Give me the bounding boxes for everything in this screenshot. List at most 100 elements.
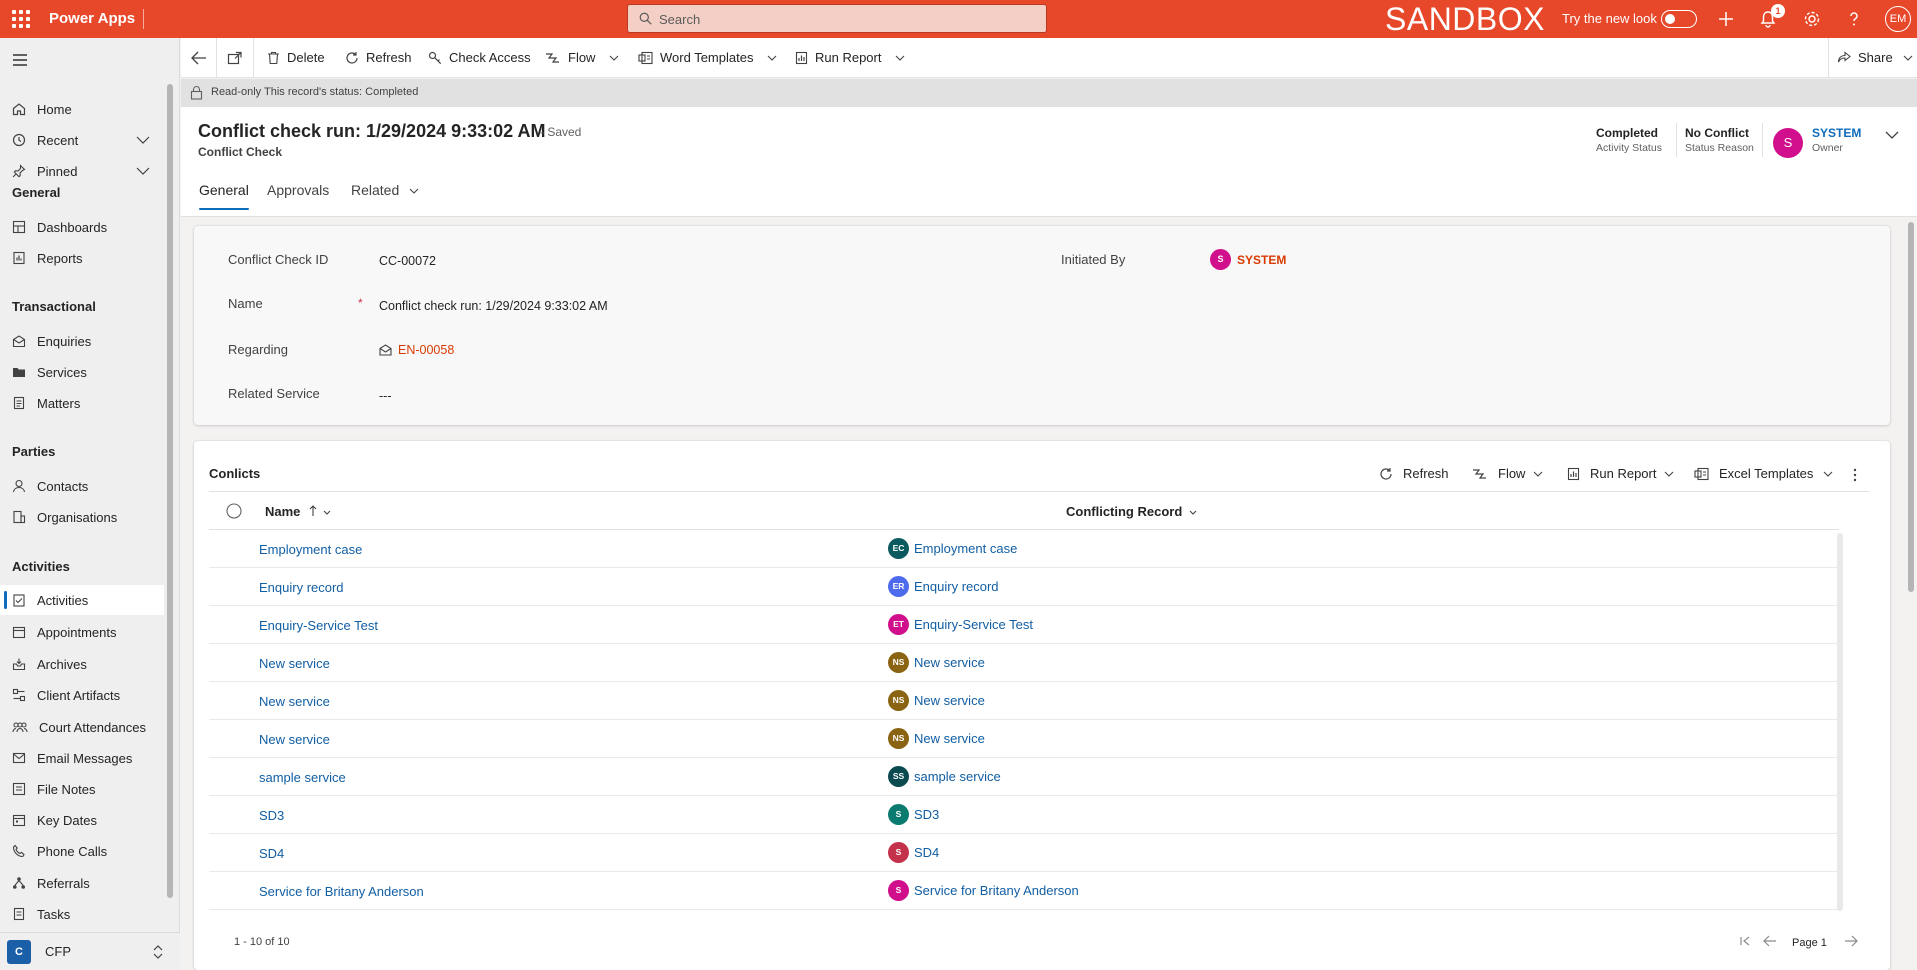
table-row[interactable]: Employment case EC Employment case: [209, 530, 1839, 568]
table-row[interactable]: SD3 S SD3: [209, 796, 1839, 834]
row-conflicting-record[interactable]: EC Employment case: [888, 538, 1017, 559]
record-link[interactable]: New service: [914, 655, 985, 670]
table-row[interactable]: Enquiry-Service Test ET Enquiry-Service T…: [209, 606, 1839, 644]
first-page-icon[interactable]: [1739, 935, 1751, 947]
row-conflicting-record[interactable]: ER Enquiry record: [888, 576, 999, 597]
row-conflicting-record[interactable]: NS New service: [888, 690, 985, 711]
sidebar-scrollbar[interactable]: [167, 84, 173, 898]
sidebar-item-enquiries[interactable]: Enquiries: [0, 326, 164, 356]
record-link[interactable]: Employment case: [914, 541, 1017, 556]
help-icon[interactable]: [1846, 10, 1862, 28]
app-launcher-icon[interactable]: [12, 10, 30, 28]
sidebar-item-contacts[interactable]: Contacts: [0, 471, 164, 501]
new-look-toggle[interactable]: [1661, 10, 1697, 28]
sidebar-item-appointments[interactable]: Appointments: [0, 617, 164, 647]
row-conflicting-record[interactable]: S SD3: [888, 804, 939, 825]
sidebar-item-email-messages[interactable]: Email Messages: [0, 743, 164, 773]
flow-button[interactable]: Flow: [545, 50, 626, 65]
column-header-conflicting-record[interactable]: Conflicting Record: [1066, 504, 1197, 519]
initiated-by-field[interactable]: S SYSTEM: [1210, 249, 1286, 270]
record-link[interactable]: sample service: [914, 769, 1001, 784]
app-name[interactable]: Power Apps: [49, 10, 135, 27]
subgrid-run-report-button[interactable]: Run Report: [1567, 466, 1684, 481]
delete-button[interactable]: Delete: [267, 50, 325, 65]
hamburger-icon[interactable]: [12, 53, 28, 67]
column-header-name[interactable]: Name: [265, 504, 331, 519]
record-link[interactable]: New service: [914, 693, 985, 708]
record-link[interactable]: SD3: [914, 807, 939, 822]
row-conflicting-record[interactable]: NS New service: [888, 728, 985, 749]
chevron-down-icon[interactable]: [1885, 131, 1899, 139]
tab-related[interactable]: Related: [351, 182, 419, 198]
subgrid-flow-button[interactable]: Flow: [1472, 466, 1553, 481]
sidebar-item-reports[interactable]: Reports: [0, 243, 164, 273]
sidebar-item-file-notes[interactable]: File Notes: [0, 774, 164, 804]
table-row[interactable]: sample service SS sample service: [209, 758, 1839, 796]
sidebar-item-key-dates[interactable]: Key Dates: [0, 805, 164, 835]
select-all-checkbox[interactable]: [226, 503, 242, 519]
table-row[interactable]: Enquiry record ER Enquiry record: [209, 568, 1839, 606]
sidebar-item-organisations[interactable]: Organisations: [0, 502, 164, 532]
run-report-button[interactable]: Run Report: [795, 50, 912, 65]
page-scrollbar[interactable]: [1908, 222, 1914, 592]
record-link[interactable]: SD4: [914, 845, 939, 860]
sidebar-item-tasks[interactable]: Tasks: [0, 899, 164, 929]
row-conflicting-record[interactable]: SS sample service: [888, 766, 1001, 787]
share-button[interactable]: Share: [1837, 50, 1917, 65]
user-avatar[interactable]: EM: [1885, 6, 1911, 32]
plus-icon[interactable]: [1717, 10, 1735, 28]
record-link[interactable]: Enquiry-Service Test: [914, 617, 1033, 632]
table-row[interactable]: New service NS New service: [209, 720, 1839, 758]
tab-general[interactable]: General: [199, 182, 249, 198]
row-name-link[interactable]: Enquiry record: [259, 580, 344, 595]
row-name-link[interactable]: SD4: [259, 846, 284, 861]
check-access-button[interactable]: Check Access: [428, 50, 531, 65]
row-name-link[interactable]: SD3: [259, 808, 284, 823]
next-page-icon[interactable]: [1844, 935, 1858, 947]
sidebar-item-pinned[interactable]: Pinned: [0, 156, 164, 186]
sidebar-item-home[interactable]: Home: [0, 94, 164, 124]
record-link[interactable]: Enquiry record: [914, 579, 999, 594]
sidebar-item-referrals[interactable]: Referrals: [0, 868, 164, 898]
regarding-link[interactable]: EN-00058: [398, 343, 454, 357]
table-row[interactable]: New service NS New service: [209, 644, 1839, 682]
subgrid-excel-templates-button[interactable]: Excel Templates: [1694, 466, 1843, 481]
area-switcher[interactable]: C CFP: [0, 932, 180, 970]
sidebar-item-dashboards[interactable]: Dashboards: [0, 212, 164, 242]
row-name-link[interactable]: New service: [259, 694, 330, 709]
row-conflicting-record[interactable]: S SD4: [888, 842, 939, 863]
row-name-link[interactable]: New service: [259, 656, 330, 671]
refresh-button[interactable]: Refresh: [345, 50, 412, 65]
row-name-link[interactable]: New service: [259, 732, 330, 747]
row-conflicting-record[interactable]: NS New service: [888, 652, 985, 673]
row-name-link[interactable]: sample service: [259, 770, 346, 785]
owner-link[interactable]: SYSTEM: [1812, 126, 1861, 140]
record-link[interactable]: New service: [914, 731, 985, 746]
sidebar-item-phone-calls[interactable]: Phone Calls: [0, 836, 164, 866]
search-input[interactable]: Search: [627, 4, 1047, 33]
sidebar-item-client-artifacts[interactable]: Client Artifacts: [0, 680, 164, 710]
back-arrow-icon[interactable]: [191, 51, 207, 65]
row-name-link[interactable]: Service for Britany Anderson: [259, 884, 424, 899]
sidebar-item-matters[interactable]: Matters: [0, 388, 164, 418]
previous-page-icon[interactable]: [1763, 935, 1777, 947]
row-conflicting-record[interactable]: S Service for Britany Anderson: [888, 880, 1079, 901]
sidebar-item-court-attendances[interactable]: Court Attendances: [0, 712, 164, 742]
more-options-icon[interactable]: [1853, 468, 1857, 482]
word-templates-button[interactable]: Word Templates: [638, 50, 784, 65]
gear-icon[interactable]: [1803, 10, 1821, 28]
row-conflicting-record[interactable]: ET Enquiry-Service Test: [888, 614, 1033, 635]
sidebar-item-archives[interactable]: Archives: [0, 649, 164, 679]
table-row[interactable]: SD4 S SD4: [209, 834, 1839, 872]
row-name-link[interactable]: Employment case: [259, 542, 362, 557]
sidebar-item-services[interactable]: Services: [0, 357, 164, 387]
chevron-down-icon[interactable]: [136, 136, 150, 144]
table-row[interactable]: Service for Britany Anderson S Service fo…: [209, 872, 1839, 910]
open-new-window-icon[interactable]: [227, 51, 243, 65]
subgrid-refresh-button[interactable]: Refresh: [1379, 466, 1449, 481]
tab-approvals[interactable]: Approvals: [267, 182, 329, 198]
subgrid-scrollbar[interactable]: [1837, 533, 1843, 911]
sidebar-item-recent[interactable]: Recent: [0, 125, 164, 155]
record-link[interactable]: Service for Britany Anderson: [914, 883, 1079, 898]
table-row[interactable]: New service NS New service: [209, 682, 1839, 720]
